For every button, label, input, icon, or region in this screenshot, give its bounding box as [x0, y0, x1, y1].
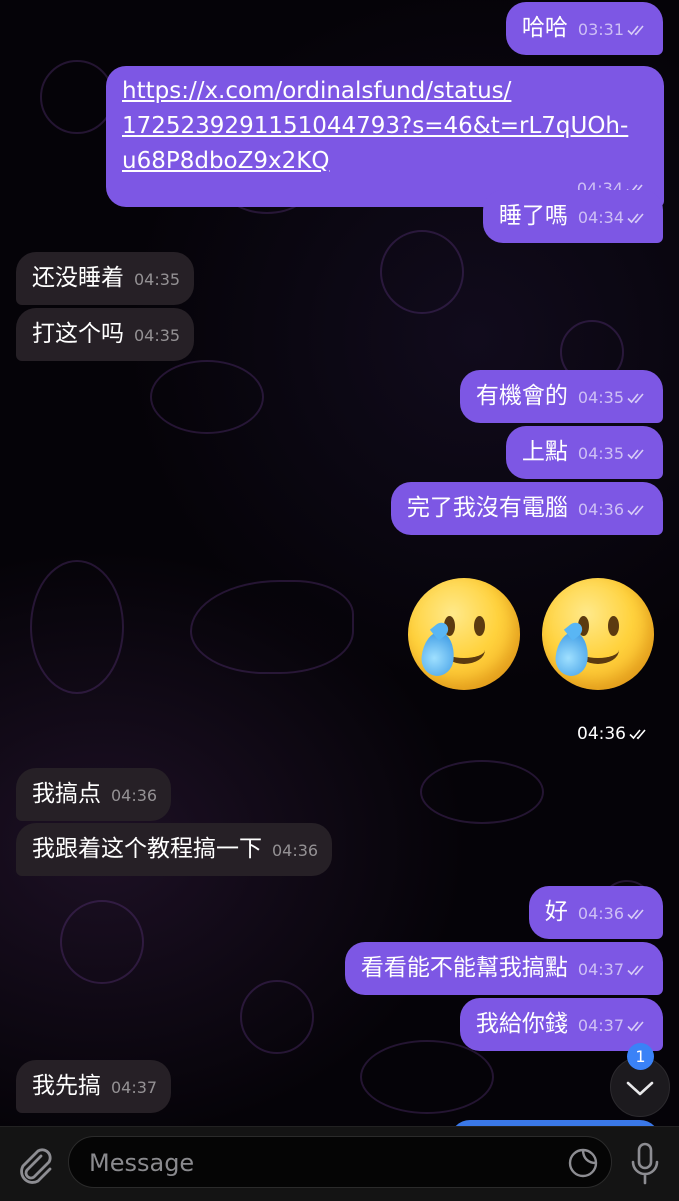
wallpaper-doodle [240, 980, 314, 1054]
attach-button[interactable] [14, 1142, 54, 1186]
message-bubble-outgoing[interactable]: 有機會的 04:35 [459, 370, 663, 423]
sticker-icon [568, 1148, 598, 1178]
link-line: https://x.com/ordinalsfund/status/ [122, 78, 512, 104]
wallpaper-doodle [150, 360, 264, 434]
message-text: 好 [544, 899, 568, 925]
message-input-container[interactable] [68, 1136, 612, 1189]
message-input[interactable] [87, 1137, 551, 1189]
double-check-icon [627, 25, 644, 36]
message-bubble-incoming[interactable]: 打这个吗 04:35 [16, 308, 195, 361]
message-time: 04:35 [577, 444, 624, 463]
message-text: 上點 [521, 439, 568, 465]
wallpaper-doodle [420, 760, 544, 824]
message-bubble-outgoing[interactable]: 看看能不能幫我搞點 04:37 [344, 942, 663, 995]
link-line: 1725239291151044793?s=46&t=rL7qUOh- [122, 113, 629, 139]
wallpaper-doodle [360, 1040, 494, 1114]
double-check-icon [627, 505, 644, 516]
message-bubble-outgoing[interactable]: 睡了嗎 04:34 [482, 190, 663, 243]
message-text: 我跟着这个教程搞一下 [32, 836, 262, 862]
message-link[interactable]: https://x.com/ordinalsfund/status/ 17252… [122, 74, 648, 179]
double-check-icon [627, 965, 644, 976]
emoji-message-time: 04:36 [577, 724, 651, 744]
message-time: 04:36 [577, 500, 624, 519]
wallpaper-doodle [40, 60, 114, 134]
smiling-face-with-tear-emoji [542, 578, 654, 690]
double-check-icon [627, 393, 644, 404]
message-text: 睡了嗎 [498, 203, 568, 229]
double-check-icon [627, 909, 644, 920]
message-text: 还没睡着 [32, 265, 124, 291]
link-line: u68P8dboZ9x2KQ [122, 148, 330, 174]
message-time: 04:37 [111, 1078, 158, 1097]
message-bubble-incoming[interactable]: 我跟着这个教程搞一下 04:36 [16, 823, 333, 876]
message-bubble-incoming[interactable]: 我搞点 04:36 [16, 768, 172, 821]
message-time: 04:35 [577, 388, 624, 407]
microphone-icon [631, 1142, 659, 1185]
message-text: 完了我沒有電腦 [406, 495, 568, 521]
message-time: 03:31 [577, 20, 624, 39]
message-time: 04:37 [577, 1016, 624, 1035]
message-bubble-incoming[interactable]: 我先搞 04:37 [16, 1060, 172, 1113]
sticker-button[interactable] [567, 1147, 599, 1179]
message-text: 打这个吗 [32, 321, 124, 347]
smiling-face-with-tear-emoji [408, 578, 520, 690]
message-text: 我先搞 [32, 1073, 101, 1099]
wallpaper-doodle [380, 230, 464, 314]
message-time: 04:36 [577, 724, 626, 744]
message-bubble-outgoing[interactable]: 完了我沒有電腦 04:36 [390, 482, 663, 535]
message-text: 哈哈 [521, 15, 568, 41]
message-bubble-link[interactable]: https://x.com/ordinalsfund/status/ 17252… [106, 66, 664, 207]
message-bubble-incoming[interactable]: 还没睡着 04:35 [16, 252, 195, 305]
double-check-icon [627, 1021, 644, 1032]
paperclip-icon [20, 1148, 52, 1184]
microphone-button[interactable] [628, 1141, 662, 1187]
message-time: 04:36 [272, 841, 319, 860]
message-time: 04:35 [134, 270, 181, 289]
message-bubble-outgoing[interactable]: 好 04:36 [528, 886, 663, 939]
message-text: 我搞点 [32, 781, 101, 807]
wallpaper-doodle [30, 560, 124, 694]
message-time: 04:34 [577, 208, 624, 227]
message-bubble-outgoing[interactable]: 我給你錢 04:37 [459, 998, 663, 1051]
message-bubble-outgoing[interactable]: 上點 04:35 [505, 426, 663, 479]
message-text: 有機會的 [475, 383, 568, 409]
message-text: 我給你錢 [475, 1011, 568, 1037]
double-check-icon [627, 213, 644, 224]
double-check-icon [629, 729, 646, 740]
message-time: 04:36 [577, 904, 624, 923]
message-time: 04:37 [577, 960, 624, 979]
message-time: 04:35 [134, 326, 181, 345]
wallpaper-doodle [60, 900, 144, 984]
chat-area[interactable]: 哈哈 03:31 https://x.com/ordinalsfund/statu… [0, 0, 679, 1126]
wallpaper-doodle [190, 580, 354, 674]
message-text: 看看能不能幫我搞點 [360, 955, 568, 981]
double-check-icon [627, 449, 644, 460]
composer-bar [0, 1126, 679, 1201]
message-time: 04:36 [111, 786, 158, 805]
message-bubble-outgoing[interactable]: 哈哈 03:31 [505, 2, 663, 55]
unread-count-badge: 1 [627, 1043, 654, 1070]
